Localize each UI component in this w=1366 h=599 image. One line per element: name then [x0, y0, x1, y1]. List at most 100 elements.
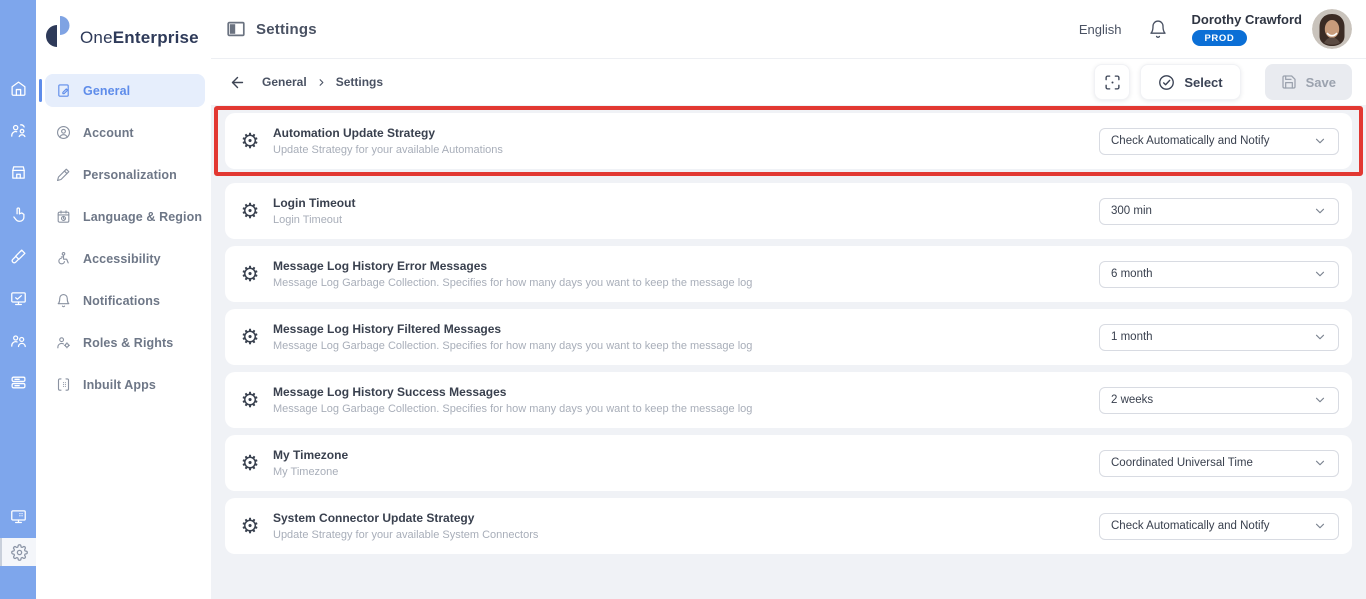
sidebar-item-label: Accessibility — [83, 251, 161, 266]
setting-row-system-connector-update-strategy: ⚙︎ System Connector Update Strategy Upda… — [225, 498, 1352, 554]
page-title-icon — [227, 21, 245, 37]
setting-dropdown-automation-update-strategy[interactable]: Check Automatically and Notify — [1099, 127, 1339, 155]
sidebar-item-label: Roles & Rights — [83, 335, 174, 350]
sidebar-item-label: Personalization — [83, 167, 177, 182]
sidebar-item-general[interactable]: General — [39, 74, 205, 107]
marketplace-icon[interactable] — [10, 164, 27, 181]
setting-row-msglog-error: ⚙︎ Message Log History Error Messages Me… — [225, 246, 1352, 302]
setting-description: Message Log Garbage Collection. Specifie… — [273, 340, 753, 352]
setting-dropdown-msglog-success[interactable]: 2 weeks — [1099, 386, 1339, 414]
account-icon — [57, 126, 70, 139]
accessibility-icon — [58, 252, 69, 265]
page-title: Settings — [256, 20, 317, 38]
settings-gear-icon — [10, 543, 28, 561]
setting-row-msglog-filtered: ⚙︎ Message Log History Filtered Messages… — [225, 309, 1352, 365]
setting-row-automation-update-strategy: ⚙︎ Automation Update Strategy Update Str… — [225, 113, 1352, 169]
chevron-down-icon — [1315, 523, 1325, 529]
breadcrumb: General Settings — [262, 75, 383, 89]
setting-gear-icon: ⚙︎ — [240, 128, 260, 153]
dropdown-value: 1 month — [1111, 331, 1153, 343]
breadcrumb-item-general[interactable]: General — [262, 75, 307, 89]
chevron-down-icon — [1315, 271, 1325, 277]
brand-name: OneEnterprise — [80, 28, 199, 47]
setting-dropdown-msglog-filtered[interactable]: 1 month — [1099, 323, 1339, 351]
app-header: Settings English Dorothy Crawford PROD — [211, 0, 1366, 59]
dropdown-value: 2 weeks — [1111, 394, 1154, 406]
sidebar-item-label: Language & Region — [83, 209, 203, 224]
dropdown-value: Check Automatically and Notify — [1111, 520, 1270, 532]
user-avatar[interactable] — [1312, 9, 1352, 49]
setting-title: Message Log History Filtered Messages — [273, 322, 502, 336]
focus-mode-button[interactable] — [1094, 64, 1131, 100]
interaction-icon[interactable] — [10, 206, 27, 223]
environment-badge: PROD — [1191, 30, 1248, 46]
setting-dropdown-my-timezone[interactable]: Coordinated Universal Time — [1099, 449, 1339, 477]
breadcrumb-chevron-icon — [319, 78, 324, 86]
sidebar-item-account[interactable]: Account — [45, 116, 205, 149]
setting-gear-icon: ⚙︎ — [240, 324, 260, 349]
sidebar-item-language-region[interactable]: Language & Region — [45, 200, 205, 233]
personalization-icon — [57, 168, 70, 181]
monitor-analytics-icon[interactable] — [10, 290, 27, 307]
highlight-annotation: ⚙︎ Automation Update Strategy Update Str… — [214, 106, 1363, 176]
sidebar-item-label: General — [83, 83, 131, 98]
language-selector[interactable]: English — [1079, 22, 1122, 37]
notifications-bell-icon[interactable] — [1148, 19, 1168, 39]
storage-icon[interactable] — [10, 374, 27, 391]
dropdown-value: Coordinated Universal Time — [1111, 457, 1253, 469]
setting-title: My Timezone — [273, 448, 349, 462]
general-icon — [58, 84, 69, 97]
sidebar-item-personalization[interactable]: Personalization — [45, 158, 205, 191]
rail-settings-active-item[interactable] — [0, 538, 36, 566]
setting-row-msglog-success: ⚙︎ Message Log History Success Messages … — [225, 372, 1352, 428]
breadcrumb-item-settings[interactable]: Settings — [336, 75, 383, 89]
setting-title: Message Log History Error Messages — [273, 259, 488, 273]
setting-gear-icon: ⚙︎ — [240, 387, 260, 412]
setting-gear-icon: ⚙︎ — [240, 450, 260, 475]
sidebar-item-accessibility[interactable]: Accessibility — [45, 242, 205, 275]
chevron-down-icon — [1315, 460, 1325, 466]
setting-gear-icon: ⚙︎ — [240, 198, 260, 223]
settings-sidebar: OneEnterprise General Account Personaliz… — [36, 0, 211, 599]
sidebar-item-label: Notifications — [83, 293, 160, 308]
setting-title: Login Timeout — [273, 196, 356, 210]
setting-dropdown-login-timeout[interactable]: 300 min — [1099, 197, 1339, 225]
save-button-label: Save — [1305, 74, 1336, 90]
sidebar-item-notifications[interactable]: Notifications — [45, 284, 205, 317]
chevron-down-icon — [1315, 138, 1325, 144]
setting-gear-icon: ⚙︎ — [240, 261, 260, 286]
inbuilt-apps-icon — [57, 378, 70, 391]
select-button[interactable]: Select — [1140, 64, 1241, 100]
chevron-down-icon — [1315, 397, 1325, 403]
dropdown-value: 6 month — [1111, 268, 1153, 280]
dropdown-value: Check Automatically and Notify — [1111, 135, 1270, 147]
setting-dropdown-msglog-error[interactable]: 6 month — [1099, 260, 1339, 288]
brand-logo-icon — [45, 16, 70, 47]
sidebar-item-roles-rights[interactable]: Roles & Rights — [45, 326, 205, 359]
setting-title: System Connector Update Strategy — [273, 511, 475, 525]
notifications-icon — [57, 294, 70, 308]
chevron-down-icon — [1315, 334, 1325, 340]
roles-rights-icon — [57, 337, 70, 349]
setting-description: Message Log Garbage Collection. Specifie… — [273, 403, 753, 415]
user-groups-icon[interactable] — [10, 332, 27, 349]
select-button-label: Select — [1184, 74, 1223, 90]
save-button[interactable]: Save — [1264, 64, 1352, 100]
user-menu[interactable]: Dorothy Crawford PROD — [1191, 12, 1302, 46]
setting-gear-icon: ⚙︎ — [240, 513, 260, 538]
back-arrow-icon[interactable] — [229, 74, 246, 91]
sidebar-item-inbuilt-apps[interactable]: Inbuilt Apps — [45, 368, 205, 401]
chevron-down-icon — [1315, 208, 1325, 214]
check-circle-icon — [1159, 74, 1175, 90]
remote-desktop-icon[interactable] — [10, 508, 27, 525]
users-sync-icon[interactable] — [10, 122, 27, 139]
dropdown-value: 300 min — [1111, 205, 1152, 217]
home-icon[interactable] — [10, 80, 27, 97]
sidebar-item-label: Account — [83, 125, 134, 140]
setting-title: Message Log History Success Messages — [273, 385, 507, 399]
setting-description: Message Log Garbage Collection. Specifie… — [273, 277, 753, 289]
setting-dropdown-system-connector-update-strategy[interactable]: Check Automatically and Notify — [1099, 512, 1339, 540]
setting-row-my-timezone: ⚙︎ My Timezone My Timezone Coordinated U… — [225, 435, 1352, 491]
design-brush-icon[interactable] — [10, 248, 27, 265]
setting-description: Update Strategy for your available Autom… — [273, 144, 503, 156]
